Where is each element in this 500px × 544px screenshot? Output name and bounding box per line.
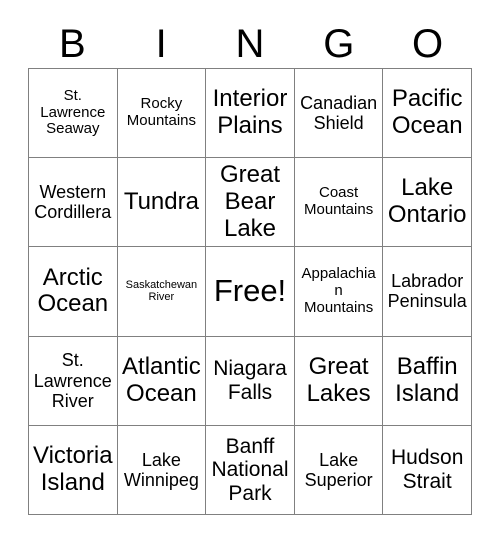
bingo-cell-label: Tundra: [123, 187, 199, 215]
bingo-cell-label: Arctic Ocean: [37, 263, 109, 318]
bingo-cell-label: Hudson Strait: [390, 446, 464, 493]
bingo-cell-label: Atlantic Ocean: [122, 352, 201, 407]
bingo-cell-label: Pacific Ocean: [391, 85, 463, 140]
bingo-cell[interactable]: Niagara Falls: [206, 336, 295, 426]
bingo-cell[interactable]: Atlantic Ocean: [117, 336, 207, 426]
bingo-free-cell[interactable]: Free!: [206, 247, 295, 337]
bingo-cell-label: Niagara Falls: [213, 357, 287, 404]
bingo-cell-label: Canadian Shield: [300, 92, 378, 134]
bingo-cell[interactable]: Great Bear Lake: [206, 158, 295, 248]
bingo-cell[interactable]: Tundra: [117, 158, 207, 248]
bingo-cell-label: Interior Plains: [212, 85, 288, 140]
bingo-cell[interactable]: Victoria Island: [29, 425, 118, 515]
bingo-cell[interactable]: Banff National Park: [206, 425, 295, 515]
bingo-cell-label: Rocky Mountains: [126, 95, 196, 130]
bingo-cell[interactable]: Pacific Ocean: [383, 69, 472, 159]
bingo-cell[interactable]: Baffin Island: [383, 336, 472, 426]
bingo-cell-label: Lake Winnipeg: [123, 449, 199, 490]
bingo-cell-label: Baffin Island: [395, 352, 460, 407]
bingo-cell[interactable]: St. Lawrence River: [29, 336, 118, 426]
bingo-header-letter-n: N: [235, 22, 265, 66]
bingo-cell[interactable]: Labrador Peninsula: [383, 247, 472, 337]
bingo-cell-label: St. Lawrence River: [33, 350, 112, 411]
bingo-cell-label: St. Lawrence Seaway: [40, 86, 106, 138]
bingo-card: B I N G O St. Lawrence Seaway Rocky Mountains…: [0, 0, 500, 544]
bingo-header-row: BINGO: [28, 20, 472, 68]
bingo-cell[interactable]: Rocky Mountains: [117, 69, 207, 159]
bingo-cell-label: Coast Mountains: [303, 184, 374, 219]
bingo-cell[interactable]: Saskatchewan River: [117, 247, 207, 337]
bingo-cell-label: Lake Superior: [304, 449, 373, 490]
bingo-cell-label: Lake Ontario: [387, 174, 467, 229]
bingo-cell[interactable]: Arctic Ocean: [29, 247, 118, 337]
bingo-cell[interactable]: Appalachian Mountains: [294, 247, 384, 337]
bingo-cell[interactable]: Lake Ontario: [383, 158, 472, 248]
bingo-cell[interactable]: Canadian Shield: [294, 69, 384, 159]
bingo-cell-label: Western Cordillera: [34, 182, 112, 223]
bingo-cell-label: Great Lakes: [306, 352, 371, 407]
bingo-cell[interactable]: Lake Superior: [294, 425, 384, 515]
bingo-cell-label: Banff National Park: [211, 434, 289, 505]
bingo-header-letter-b: B: [59, 22, 86, 66]
bingo-cell-label: Great Bear Lake: [219, 160, 280, 242]
bingo-cell[interactable]: Great Lakes: [294, 336, 384, 426]
bingo-grid: St. Lawrence Seaway Rocky Mountains Interi…: [28, 68, 472, 515]
bingo-cell[interactable]: Coast Mountains: [294, 158, 384, 248]
bingo-cell-label: Appalachian Mountains: [301, 265, 376, 316]
bingo-cell-label: Free!: [213, 273, 287, 309]
bingo-cell-label: Saskatchewan River: [125, 279, 198, 304]
bingo-cell[interactable]: Hudson Strait: [383, 425, 472, 515]
bingo-cell[interactable]: Lake Winnipeg: [117, 425, 207, 515]
bingo-cell[interactable]: Interior Plains: [206, 69, 295, 159]
bingo-header-letter-o: O: [412, 22, 444, 66]
bingo-cell[interactable]: St. Lawrence Seaway: [29, 69, 118, 159]
bingo-header-letter-g: G: [323, 22, 355, 66]
bingo-cell-label: Labrador Peninsula: [387, 271, 467, 312]
bingo-header-letter-i: I: [155, 22, 167, 66]
bingo-cell[interactable]: Western Cordillera: [29, 158, 118, 248]
bingo-cell-label: Victoria Island: [33, 442, 113, 496]
